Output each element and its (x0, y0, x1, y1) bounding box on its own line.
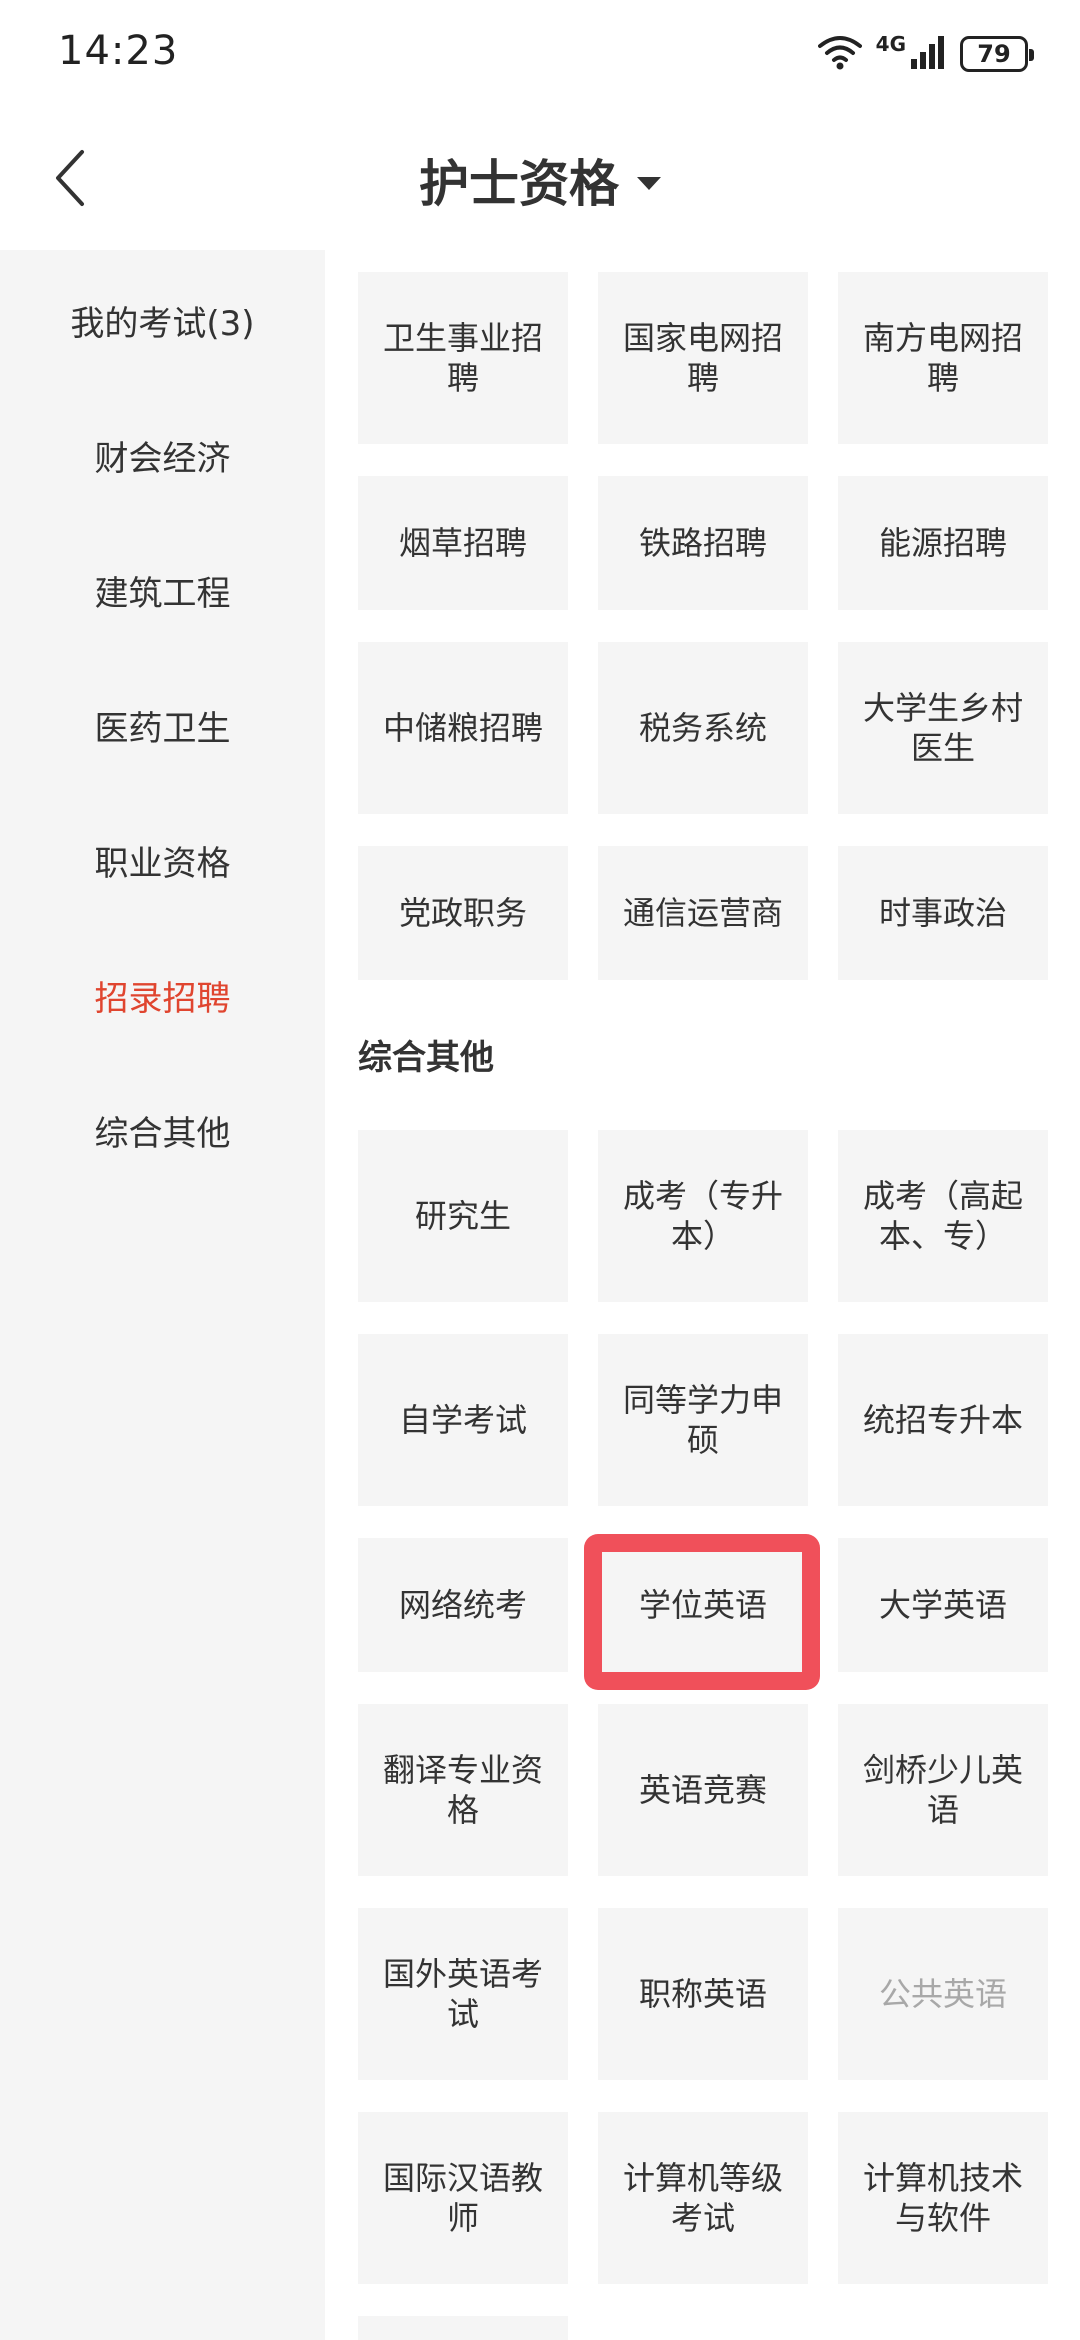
sidebar-item-recruitment[interactable]: 招录招聘 (0, 955, 325, 1035)
exam-tile[interactable]: 铁路招聘 (598, 476, 808, 610)
exam-tile[interactable]: 南方电网招聘 (838, 272, 1048, 444)
exam-tile[interactable]: 中储粮招聘 (358, 642, 568, 814)
sidebar-item-medical[interactable]: 医药卫生 (0, 685, 325, 765)
sidebar-item-my-exams[interactable]: 我的考试(3) (0, 280, 325, 360)
sidebar-item-finance[interactable]: 财会经济 (0, 415, 325, 495)
exam-tile[interactable]: 党政职务 (358, 846, 568, 980)
exam-tile[interactable]: 同等学力申硕 (598, 1334, 808, 1506)
exam-tile[interactable]: 职称英语 (598, 1908, 808, 2080)
exam-tile[interactable]: 大学英语 (838, 1538, 1048, 1672)
exam-tile[interactable]: 剑桥少儿英语 (838, 1704, 1048, 1876)
exam-tile[interactable]: 国际汉语教师 (358, 2112, 568, 2284)
exam-tile[interactable]: 翻译专业资格 (358, 1704, 568, 1876)
exam-tile[interactable]: 统招专升本 (838, 1334, 1048, 1506)
signal-icon (910, 35, 946, 73)
exam-tile[interactable]: 大学生乡村医生 (838, 642, 1048, 814)
battery-level: 79 (977, 40, 1011, 68)
exam-selector[interactable]: 护士资格 (0, 142, 1080, 218)
exam-tile[interactable]: 自学考试 (358, 1334, 568, 1506)
caret-down-icon (637, 176, 661, 190)
exam-tile-degree-english[interactable]: 学位英语 (598, 1538, 808, 1672)
exam-tile[interactable]: 能源招聘 (838, 476, 1048, 610)
network-type: 4G (875, 32, 906, 56)
category-sidebar: 我的考试(3) 财会经济 建筑工程 医药卫生 职业资格 招录招聘 综合其他 (0, 250, 325, 2340)
exam-tile[interactable]: 成考（专升本） (598, 1130, 808, 1302)
exam-tile[interactable]: 英语竞赛 (598, 1704, 808, 1876)
exam-tile[interactable]: 税务系统 (598, 642, 808, 814)
header: 护士资格 (0, 110, 1080, 250)
exam-tile[interactable]: 烟草招聘 (358, 476, 568, 610)
exam-tile[interactable]: 研究生 (358, 1130, 568, 1302)
exam-tile[interactable]: 国外英语考试 (358, 1908, 568, 2080)
page-title: 护士资格 (419, 155, 619, 213)
status-bar: 14:23 4G 79 (0, 0, 1080, 110)
exam-tile[interactable]: 成考（高起本、专） (838, 1130, 1048, 1302)
exam-tile[interactable]: 时事政治 (838, 846, 1048, 980)
exam-tile[interactable]: 卫生事业招聘 (358, 272, 568, 444)
sidebar-item-vocational[interactable]: 职业资格 (0, 820, 325, 900)
exam-tile[interactable]: 计算机等级考试 (598, 2112, 808, 2284)
wifi-icon (817, 34, 862, 74)
battery-icon: 79 (960, 36, 1034, 72)
exam-tile[interactable]: 通信运营商 (598, 846, 808, 980)
exam-tile-partial (358, 2316, 568, 2340)
sidebar-item-other[interactable]: 综合其他 (0, 1090, 325, 1170)
exam-tile[interactable]: 国家电网招聘 (598, 272, 808, 444)
sidebar-item-construction[interactable]: 建筑工程 (0, 550, 325, 630)
exam-tile[interactable]: 网络统考 (358, 1538, 568, 1672)
exam-tile-disabled: 公共英语 (838, 1908, 1048, 2080)
status-time: 14:23 (58, 28, 179, 74)
status-icons: 4G 79 (817, 32, 1034, 74)
section-title-other: 综合其他 (358, 1038, 494, 1078)
exam-tile[interactable]: 计算机技术与软件 (838, 2112, 1048, 2284)
